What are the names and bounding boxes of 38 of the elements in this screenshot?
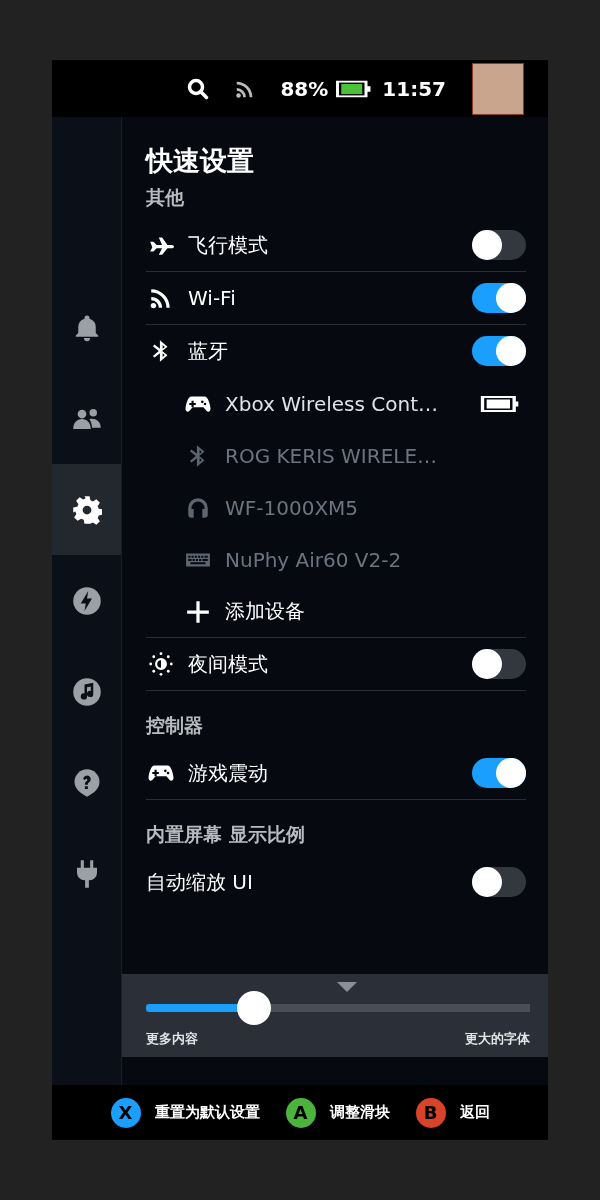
clock-time: 11:57	[382, 76, 446, 101]
device-name[interactable]: Xbox Wireless Cont…	[225, 391, 480, 416]
plus-icon[interactable]	[185, 598, 211, 625]
section-heading: 控制器	[146, 713, 204, 738]
setting-label: 游戏震动	[188, 759, 269, 787]
setting-label: 蓝牙	[188, 337, 229, 365]
setting-label: Wi-Fi	[188, 286, 237, 310]
toggle-switch[interactable]	[472, 867, 526, 897]
slider-min-label: 更多内容	[146, 1030, 198, 1048]
hint-label: 重置为默认设置	[154, 1103, 260, 1122]
setting-label: 夜间模式	[188, 650, 269, 678]
toggle-switch[interactable]	[472, 230, 526, 260]
toggle-switch[interactable]	[472, 758, 526, 788]
sun-icon	[148, 651, 174, 677]
music-note-icon	[71, 676, 102, 707]
setting-label: 自动缩放 UI	[146, 868, 254, 896]
slider-thumb[interactable]	[236, 991, 271, 1025]
section-heading: 内置屏幕 显示比例	[146, 822, 306, 847]
avatar-photo[interactable]	[472, 62, 524, 115]
search-icon[interactable]	[186, 76, 211, 101]
hint-label: 调整滑块	[329, 1103, 390, 1122]
toggle-switch[interactable]	[472, 283, 526, 313]
caret-icon	[337, 981, 357, 993]
lightning-bolt-icon	[71, 585, 102, 616]
hint-label: 返回	[459, 1103, 490, 1122]
setting-label: 飞行模式	[188, 231, 269, 259]
gear-icon	[71, 494, 102, 525]
toggle-switch[interactable]	[472, 336, 526, 366]
device-name[interactable]: WF-1000XM5	[225, 495, 526, 520]
panel-title: 快速设置	[146, 144, 255, 178]
battery-percentage: 88%	[280, 76, 329, 101]
toggle-switch[interactable]	[472, 649, 526, 679]
slider-max-label: 更大的字体	[465, 1030, 530, 1048]
device-name[interactable]: NuPhy Air60 V2-2	[225, 547, 526, 572]
device-name[interactable]: ROG KERIS WIRELE…	[225, 443, 526, 468]
section-heading: 其他	[146, 185, 185, 210]
sidebar-tab[interactable]	[52, 464, 121, 555]
add-device-link[interactable]: 添加设备	[225, 598, 526, 625]
